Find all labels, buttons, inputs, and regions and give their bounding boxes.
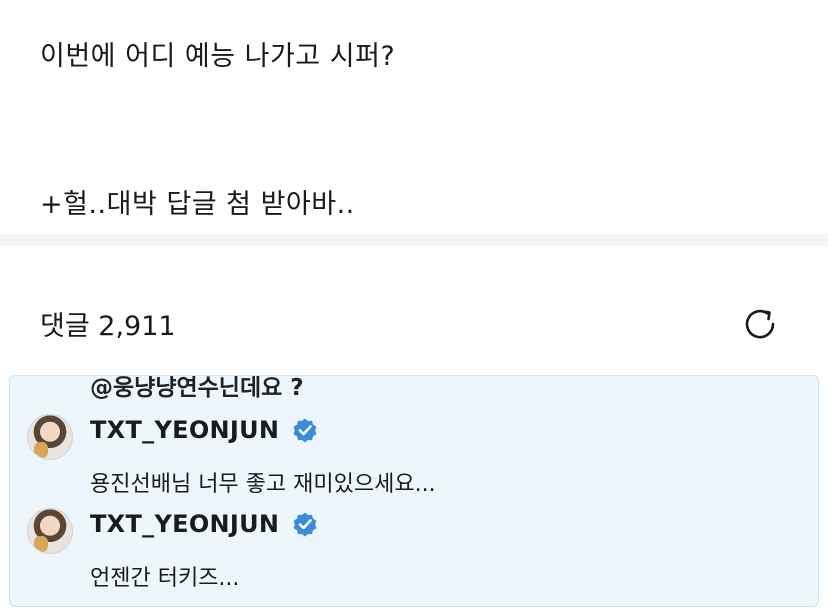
avatar[interactable]: [27, 414, 73, 460]
post-body: 이번에 어디 예능 나가고 시퍼? +헐..대박 답글 첨 받아바..: [0, 0, 828, 234]
comment-username[interactable]: TXT_YEONJUN: [90, 416, 279, 444]
comments-header: 댓글 2,911: [0, 246, 828, 366]
verified-badge-icon: [293, 512, 317, 537]
post-text-line-2: +헐..대박 답글 첨 받아바..: [40, 189, 355, 220]
reply-mention[interactable]: @웅냥냥연수닌데요 ?: [90, 376, 304, 402]
refresh-icon[interactable]: [740, 304, 780, 344]
highlighted-comment-thread: @웅냥냥연수닌데요 ? TXT_YEONJUN 용진선배님 너무 좋고 재미있으…: [9, 375, 819, 607]
comment-username[interactable]: TXT_YEONJUN: [90, 510, 279, 538]
post-text-line-1: 이번에 어디 예능 나가고 시퍼?: [40, 41, 396, 72]
avatar[interactable]: [27, 508, 73, 554]
comments-count-title: 댓글 2,911: [40, 311, 176, 342]
comment-text: 언젠간 터키즈...: [90, 566, 240, 591]
section-divider: [0, 234, 828, 246]
verified-badge-icon: [293, 418, 317, 443]
comment-text: 용진선배님 너무 좋고 재미있으세요...: [90, 472, 436, 497]
